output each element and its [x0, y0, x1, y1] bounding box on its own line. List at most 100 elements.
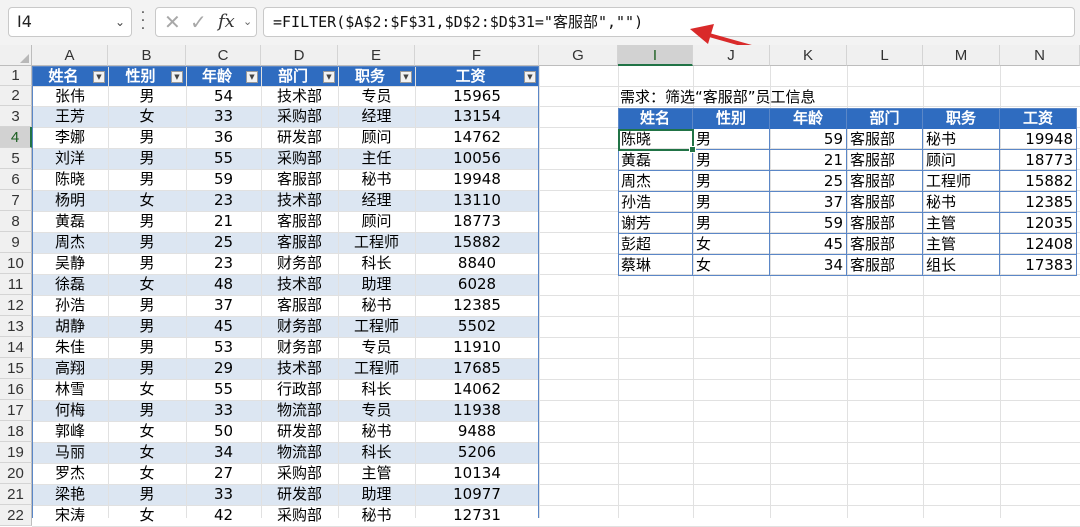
result-table-cell[interactable]: 蔡琳	[618, 255, 693, 276]
source-table-cell[interactable]: 14762	[415, 127, 539, 148]
source-table-cell[interactable]: 5206	[415, 442, 539, 463]
source-table-cell[interactable]: 女	[108, 442, 186, 463]
source-table-cell[interactable]: 顾问	[338, 211, 415, 232]
result-table-cell[interactable]: 男	[693, 171, 770, 192]
source-table-cell[interactable]: 顾问	[338, 127, 415, 148]
source-table-cell[interactable]: 男	[108, 127, 186, 148]
source-table-cell[interactable]: 行政部	[261, 379, 338, 400]
source-table-cell[interactable]: 男	[108, 337, 186, 358]
source-table-cell[interactable]: 50	[186, 421, 261, 442]
row-header-16[interactable]: 16	[0, 379, 32, 400]
select-all-corner[interactable]	[0, 45, 32, 66]
source-table-cell[interactable]: 陈晓	[32, 169, 108, 190]
source-table-cell[interactable]: 李娜	[32, 127, 108, 148]
source-table-cell[interactable]: 王芳	[32, 106, 108, 127]
result-table-cell[interactable]: 秘书	[923, 129, 1000, 150]
source-table-cell[interactable]: 15882	[415, 232, 539, 253]
row-header-22[interactable]: 22	[0, 505, 32, 526]
formula-input[interactable]: =FILTER($A$2:$F$31,$D$2:$D$31="客服部","")	[263, 7, 1075, 37]
source-table-cell[interactable]: 物流部	[261, 400, 338, 421]
chevron-down-icon[interactable]: ⌄	[115, 8, 125, 36]
source-table-cell[interactable]: 21	[186, 211, 261, 232]
row-header-21[interactable]: 21	[0, 484, 32, 505]
source-table-cell[interactable]: 25	[186, 232, 261, 253]
source-table-cell[interactable]: 研发部	[261, 484, 338, 505]
result-table-cell[interactable]: 男	[693, 213, 770, 234]
row-header-12[interactable]: 12	[0, 295, 32, 316]
source-table-cell[interactable]: 9488	[415, 421, 539, 442]
source-table-cell[interactable]: 42	[186, 505, 261, 526]
source-header-cell[interactable]: 工资 ▼	[416, 67, 539, 86]
source-table-cell[interactable]: 17685	[415, 358, 539, 379]
source-table-cell[interactable]: 男	[108, 86, 186, 106]
source-table-cell[interactable]: 徐磊	[32, 274, 108, 295]
column-header-n[interactable]: N	[1000, 45, 1080, 66]
source-table-cell[interactable]: 物流部	[261, 442, 338, 463]
source-table-cell[interactable]: 59	[186, 169, 261, 190]
source-table-cell[interactable]: 主任	[338, 148, 415, 169]
source-table-cell[interactable]: 孙浩	[32, 295, 108, 316]
result-table-cell[interactable]: 客服部	[847, 213, 923, 234]
column-header-a[interactable]: A	[32, 45, 108, 66]
source-table-cell[interactable]: 男	[108, 211, 186, 232]
source-table-cell[interactable]: 秘书	[338, 295, 415, 316]
source-table-cell[interactable]: 采购部	[261, 463, 338, 484]
result-table-cell[interactable]: 34	[770, 255, 847, 276]
source-table-cell[interactable]: 助理	[338, 274, 415, 295]
source-table-cell[interactable]: 女	[108, 274, 186, 295]
source-table-cell[interactable]: 林雪	[32, 379, 108, 400]
result-table-cell[interactable]: 男	[693, 192, 770, 213]
source-table-cell[interactable]: 33	[186, 106, 261, 127]
source-table-cell[interactable]: 专员	[338, 337, 415, 358]
source-table-cell[interactable]: 男	[108, 232, 186, 253]
column-header-m[interactable]: M	[923, 45, 1000, 66]
result-table-cell[interactable]: 12385	[1000, 192, 1077, 213]
source-table-cell[interactable]: 男	[108, 400, 186, 421]
source-table-cell[interactable]: 工程师	[338, 316, 415, 337]
source-table-cell[interactable]: 34	[186, 442, 261, 463]
source-table-cell[interactable]: 郭峰	[32, 421, 108, 442]
source-table-cell[interactable]: 采购部	[261, 106, 338, 127]
result-table-cell[interactable]: 彭超	[618, 234, 693, 255]
source-table-cell[interactable]: 10977	[415, 484, 539, 505]
row-header-4[interactable]: 4	[0, 127, 32, 148]
source-table-cell[interactable]: 23	[186, 253, 261, 274]
dropdown-arrow-icon[interactable]: ▼	[93, 71, 105, 83]
source-table-cell[interactable]: 女	[108, 379, 186, 400]
source-table-cell[interactable]: 技术部	[261, 190, 338, 211]
source-table-cell[interactable]: 8840	[415, 253, 539, 274]
source-table-cell[interactable]: 张伟	[32, 86, 108, 106]
source-table-cell[interactable]: 11910	[415, 337, 539, 358]
source-table-cell[interactable]: 女	[108, 505, 186, 526]
source-table-cell[interactable]: 胡静	[32, 316, 108, 337]
column-header-i[interactable]: I	[618, 45, 693, 66]
dropdown-arrow-icon[interactable]: ▼	[524, 71, 536, 83]
row-header-2[interactable]: 2	[0, 86, 32, 106]
result-table-cell[interactable]: 男	[693, 129, 770, 150]
source-table-cell[interactable]: 研发部	[261, 127, 338, 148]
result-table-cell[interactable]: 18773	[1000, 150, 1077, 171]
source-table-cell[interactable]: 科长	[338, 442, 415, 463]
source-table-cell[interactable]: 12731	[415, 505, 539, 526]
source-table-cell[interactable]: 33	[186, 484, 261, 505]
source-table-cell[interactable]: 男	[108, 316, 186, 337]
source-table-cell[interactable]: 科长	[338, 253, 415, 274]
result-table-cell[interactable]: 客服部	[847, 192, 923, 213]
source-table-cell[interactable]: 采购部	[261, 505, 338, 526]
row-header-11[interactable]: 11	[0, 274, 32, 295]
source-header-cell[interactable]: 年龄 ▼	[187, 67, 261, 86]
cancel-icon[interactable]: ✕	[164, 8, 181, 36]
source-table-cell[interactable]: 45	[186, 316, 261, 337]
row-header-7[interactable]: 7	[0, 190, 32, 211]
result-table-cell[interactable]: 17383	[1000, 255, 1077, 276]
source-table-cell[interactable]: 48	[186, 274, 261, 295]
source-table-cell[interactable]: 吴静	[32, 253, 108, 274]
source-table-cell[interactable]: 采购部	[261, 148, 338, 169]
row-header-13[interactable]: 13	[0, 316, 32, 337]
source-table-cell[interactable]: 10056	[415, 148, 539, 169]
row-header-10[interactable]: 10	[0, 253, 32, 274]
source-table-cell[interactable]: 经理	[338, 106, 415, 127]
dropdown-arrow-icon[interactable]: ▼	[246, 71, 258, 83]
column-header-d[interactable]: D	[261, 45, 338, 66]
column-header-f[interactable]: F	[415, 45, 539, 66]
